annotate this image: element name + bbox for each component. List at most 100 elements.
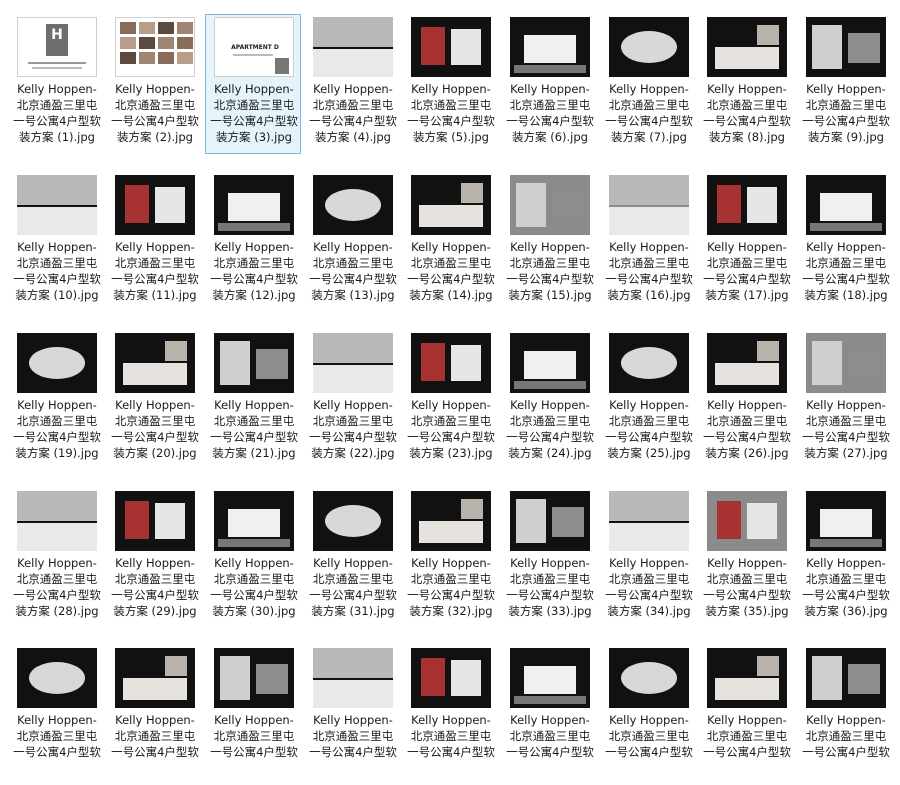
- file-item[interactable]: Kelly Hoppen- 北京通盈三里屯 一号公寓4户型软 装方案 (7).jpg: [600, 14, 696, 154]
- shape: [812, 656, 842, 700]
- thumbnail-image: [115, 491, 195, 551]
- shape: [451, 29, 481, 65]
- file-item[interactable]: Kelly Hoppen- 北京通盈三里屯 一号公寓4户型软 装方案 (17).jpg: [698, 172, 794, 312]
- file-item[interactable]: Kelly Hoppen- 北京通盈三里屯 一号公寓4户型软 装方案 (13).jpg: [304, 172, 400, 312]
- file-name-line-1: Kelly Hoppen-: [214, 398, 294, 412]
- shape: [715, 47, 779, 69]
- file-item[interactable]: Kelly Hoppen- 北京通盈三里屯 一号公寓4户型软 装方案 (2).jpg: [106, 14, 202, 154]
- file-item[interactable]: Kelly Hoppen- 北京通盈三里屯 一号公寓4户型软 装方案 (8).jpg: [698, 14, 794, 154]
- file-item[interactable]: Kelly Hoppen- 北京通盈三里屯 一号公寓4户型软 装方案 (34).jpg: [600, 488, 696, 628]
- shape: [123, 678, 187, 700]
- shape: [757, 656, 779, 676]
- file-name-line-2: 北京通盈三里屯: [608, 98, 690, 112]
- file-name-line-4: 装方案 (11).jpg: [107, 287, 203, 303]
- file-item[interactable]: Kelly Hoppen- 北京通盈三里屯 一号公寓4户型软 装方案 (11).jpg: [106, 172, 202, 312]
- file-item[interactable]: APARTMENT D Kelly Hoppen- 北京通盈三里屯 一号公寓4户型软装…: [205, 14, 301, 154]
- shape: [421, 658, 445, 696]
- file-name: Kelly Hoppen- 北京通盈三里屯 一号公寓4户型软 装方案 (22).jpg: [305, 397, 401, 461]
- file-name-line-4: 装方案 (22).jpg: [305, 445, 401, 461]
- file-item[interactable]: Kelly Hoppen- 北京通盈三里屯 一号公寓4户型软: [402, 645, 498, 785]
- file-item[interactable]: Kelly Hoppen- 北京通盈三里屯 一号公寓4户型软 装方案 (18).jpg: [797, 172, 893, 312]
- thumbnail-image: [214, 648, 294, 708]
- file-name: Kelly Hoppen- 北京通盈三里屯 一号公寓4户型软 装方案 (1).jpg: [9, 81, 105, 145]
- file-item[interactable]: Kelly Hoppen- 北京通盈三里屯 一号公寓4户型软 装方案 (19).jpg: [8, 330, 104, 470]
- file-number: (21): [250, 446, 275, 460]
- shape: [325, 505, 381, 537]
- file-name: Kelly Hoppen- 北京通盈三里屯 一号公寓4户型软 装方案 (8).jpg: [699, 81, 795, 145]
- thumbnail-image: [609, 491, 689, 551]
- file-item[interactable]: Kelly Hoppen- 北京通盈三里屯 一号公寓4户型软 装方案 (16).jpg: [600, 172, 696, 312]
- file-item[interactable]: Kelly Hoppen- 北京通盈三里屯 一号公寓4户型软 装方案 (30).jpg: [205, 488, 301, 628]
- file-item[interactable]: Kelly Hoppen- 北京通盈三里屯 一号公寓4户型软 装方案 (28).jpg: [8, 488, 104, 628]
- swatch: [177, 22, 193, 34]
- file-item[interactable]: H Kelly Hoppen- 北京通盈三里屯 一号公寓4户型软 装方案 (1).jpg: [8, 14, 104, 154]
- file-item[interactable]: Kelly Hoppen- 北京通盈三里屯 一号公寓4户型软 装方案 (10).jpg: [8, 172, 104, 312]
- shape: [461, 183, 483, 203]
- file-name: Kelly Hoppen- 北京通盈三里屯 一号公寓4户型软 装方案 (10).jpg: [9, 239, 105, 303]
- file-name-line-3: 一号公寓4户型软: [506, 745, 594, 759]
- file-name: Kelly Hoppen- 北京通盈三里屯 一号公寓4户型软 装方案 (27).jpg: [798, 397, 894, 461]
- file-item[interactable]: Kelly Hoppen- 北京通盈三里屯 一号公寓4户型软 装方案 (6).jpg: [501, 14, 597, 154]
- file-item[interactable]: Kelly Hoppen- 北京通盈三里屯 一号公寓4户型软 装方案 (31).jpg: [304, 488, 400, 628]
- file-name-line-3: 一号公寓4户型软: [210, 430, 298, 444]
- file-item[interactable]: Kelly Hoppen- 北京通盈三里屯 一号公寓4户型软 装方案 (23).jpg: [402, 330, 498, 470]
- file-item[interactable]: Kelly Hoppen- 北京通盈三里屯 一号公寓4户型软 装方案 (27).jpg: [797, 330, 893, 470]
- file-name-line-1: Kelly Hoppen-: [411, 556, 491, 570]
- file-name-line-2: 北京通盈三里屯: [312, 98, 394, 112]
- file-item[interactable]: Kelly Hoppen- 北京通盈三里屯 一号公寓4户型软 装方案 (36).jpg: [797, 488, 893, 628]
- file-name-prefix: 装方案: [508, 604, 547, 618]
- file-number: (26): [743, 446, 768, 460]
- thumbnail-image: [115, 17, 195, 77]
- file-item[interactable]: Kelly Hoppen- 北京通盈三里屯 一号公寓4户型软 装方案 (20).jpg: [106, 330, 202, 470]
- file-name-line-1: Kelly Hoppen-: [313, 556, 393, 570]
- file-item[interactable]: Kelly Hoppen- 北京通盈三里屯 一号公寓4户型软 装方案 (21).jpg: [205, 330, 301, 470]
- file-item[interactable]: Kelly Hoppen- 北京通盈三里屯 一号公寓4户型软 装方案 (5).jpg: [402, 14, 498, 154]
- file-item[interactable]: Kelly Hoppen- 北京通盈三里屯 一号公寓4户型软 装方案 (24).jpg: [501, 330, 597, 470]
- file-number: (23): [447, 446, 472, 460]
- file-item[interactable]: Kelly Hoppen- 北京通盈三里屯 一号公寓4户型软 装方案 (32).jpg: [402, 488, 498, 628]
- shape: [165, 341, 187, 361]
- file-item[interactable]: Kelly Hoppen- 北京通盈三里屯 一号公寓4户型软 装方案 (25).jpg: [600, 330, 696, 470]
- file-item[interactable]: Kelly Hoppen- 北京通盈三里屯 一号公寓4户型软 装方案 (14).jpg: [402, 172, 498, 312]
- file-name-line-4: 装方案 (23).jpg: [403, 445, 499, 461]
- file-item[interactable]: Kelly Hoppen- 北京通盈三里屯 一号公寓4户型软: [797, 645, 893, 785]
- file-number: (35): [743, 604, 768, 618]
- thumbnail-image: [313, 175, 393, 235]
- file-item[interactable]: Kelly Hoppen- 北京通盈三里屯 一号公寓4户型软: [600, 645, 696, 785]
- file-extension: .jpg: [471, 446, 493, 460]
- file-item[interactable]: Kelly Hoppen- 北京通盈三里屯 一号公寓4户型软 装方案 (12).jpg: [205, 172, 301, 312]
- file-item[interactable]: Kelly Hoppen- 北京通盈三里屯 一号公寓4户型软 装方案 (26).jpg: [698, 330, 794, 470]
- file-item[interactable]: Kelly Hoppen- 北京通盈三里屯 一号公寓4户型软: [106, 645, 202, 785]
- file-item[interactable]: Kelly Hoppen- 北京通盈三里屯 一号公寓4户型软: [304, 645, 400, 785]
- shape: [17, 207, 97, 235]
- file-name: Kelly Hoppen- 北京通盈三里屯 一号公寓4户型软 装方案 (16).jpg: [601, 239, 697, 303]
- thumbnail-image: [806, 17, 886, 77]
- file-name: Kelly Hoppen- 北京通盈三里屯 一号公寓4户型软 装方案 (15).jpg: [502, 239, 598, 303]
- file-item[interactable]: Kelly Hoppen- 北京通盈三里屯 一号公寓4户型软 装方案 (29).jpg: [106, 488, 202, 628]
- file-item[interactable]: Kelly Hoppen- 北京通盈三里屯 一号公寓4户型软 装方案 (9).jpg: [797, 14, 893, 154]
- file-item[interactable]: Kelly Hoppen- 北京通盈三里屯 一号公寓4户型软 装方案 (35).jpg: [698, 488, 794, 628]
- file-number: (28): [53, 604, 78, 618]
- file-extension: .jpg: [77, 604, 99, 618]
- file-item[interactable]: Kelly Hoppen- 北京通盈三里屯 一号公寓4户型软: [205, 645, 301, 785]
- file-item[interactable]: Kelly Hoppen- 北京通盈三里屯 一号公寓4户型软: [8, 645, 104, 785]
- file-item[interactable]: Kelly Hoppen- 北京通盈三里屯 一号公寓4户型软 装方案 (4).jpg: [304, 14, 400, 154]
- file-name-line-1: Kelly Hoppen-: [17, 713, 97, 727]
- file-name-prefix: 装方案: [409, 446, 448, 460]
- file-item[interactable]: Kelly Hoppen- 北京通盈三里屯 一号公寓4户型软 装方案 (22).jpg: [304, 330, 400, 470]
- swatch: [177, 52, 193, 64]
- file-name-prefix: 装方案: [117, 130, 156, 144]
- file-item[interactable]: Kelly Hoppen- 北京通盈三里屯 一号公寓4户型软: [698, 645, 794, 785]
- file-item[interactable]: Kelly Hoppen- 北京通盈三里屯 一号公寓4户型软: [501, 645, 597, 785]
- file-name-line-2: 北京通盈三里屯: [213, 414, 295, 428]
- file-item[interactable]: Kelly Hoppen- 北京通盈三里屯 一号公寓4户型软 装方案 (33).jpg: [501, 488, 597, 628]
- file-item[interactable]: Kelly Hoppen- 北京通盈三里屯 一号公寓4户型软 装方案 (15).jpg: [501, 172, 597, 312]
- file-name-line-1: Kelly Hoppen-: [707, 556, 787, 570]
- shape: [810, 539, 882, 547]
- file-extension: .jpg: [77, 288, 99, 302]
- file-number: (13): [349, 288, 374, 302]
- file-name: Kelly Hoppen- 北京通盈三里屯 一号公寓4户型软 装方案 (29).jpg: [107, 555, 203, 619]
- file-name-line-1: Kelly Hoppen-: [214, 556, 294, 570]
- file-name: Kelly Hoppen- 北京通盈三里屯 一号公寓4户型软 装方案 (19).jpg: [9, 397, 105, 461]
- file-number: (20): [151, 446, 176, 460]
